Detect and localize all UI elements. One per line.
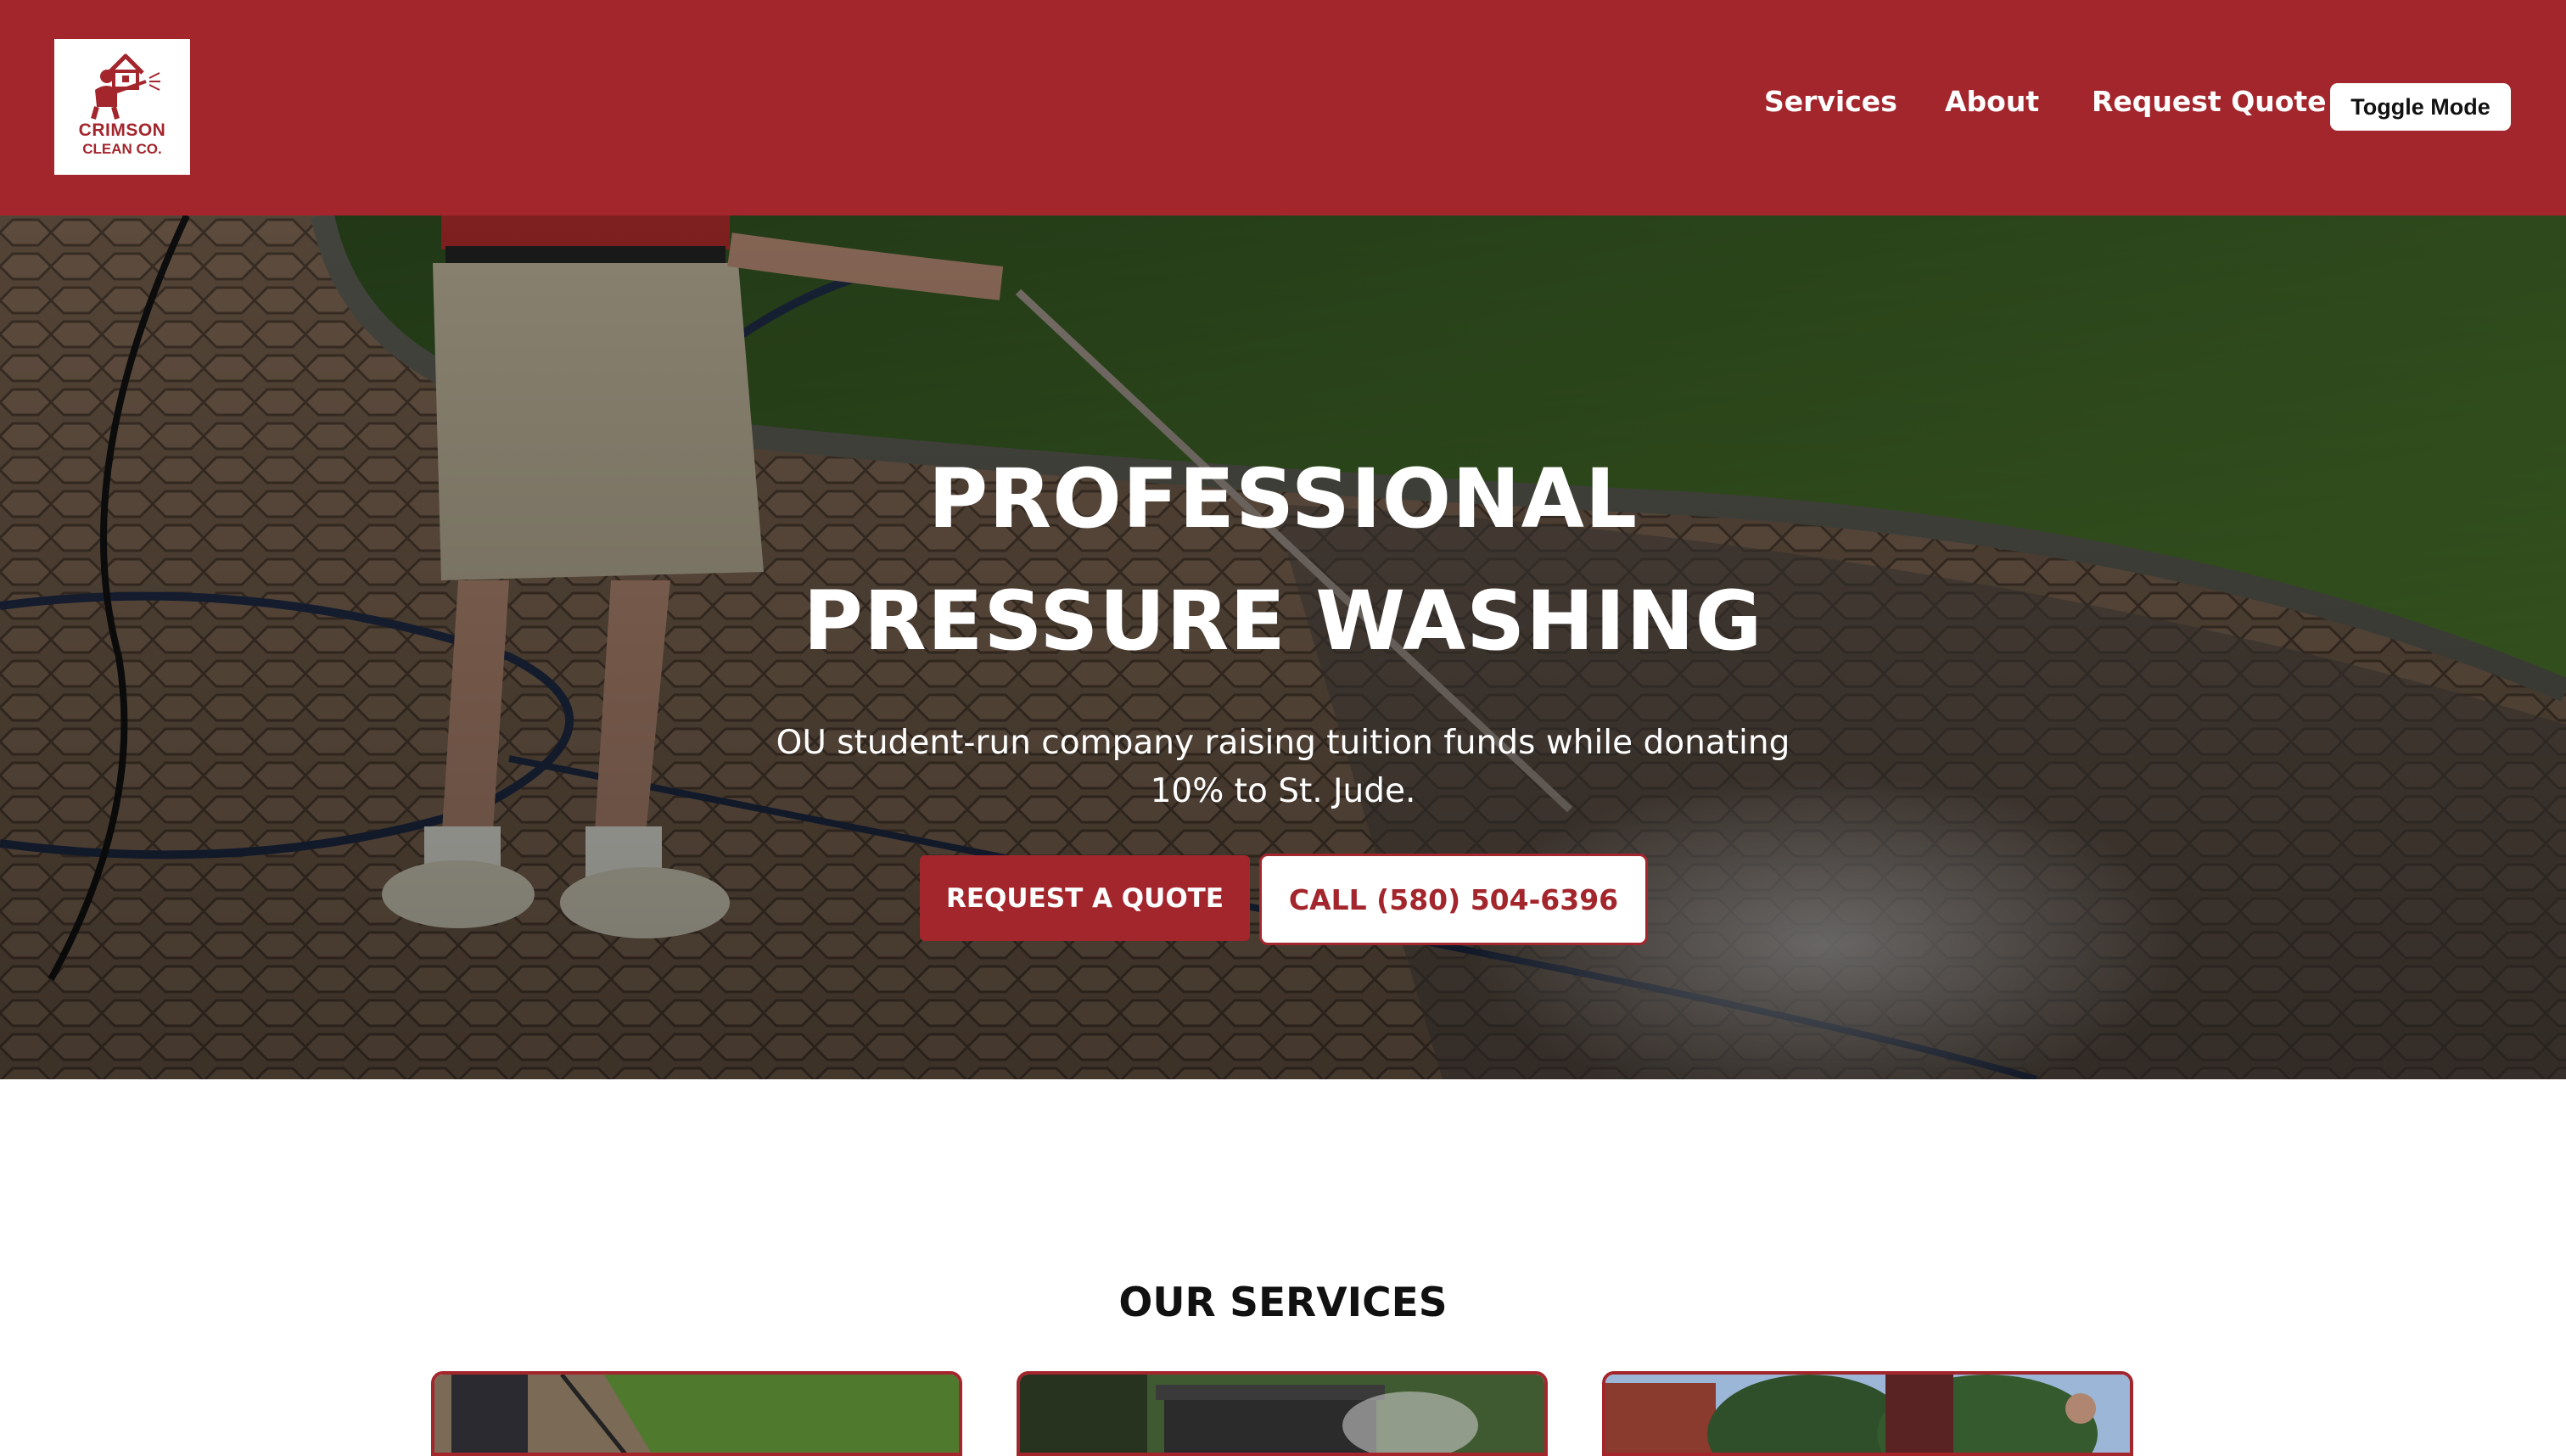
nav-request-quote-link[interactable]: Request Quote xyxy=(2092,85,2327,118)
brand-subname: CLEAN CO. xyxy=(82,141,162,157)
toggle-mode-button[interactable]: Toggle Mode xyxy=(2330,83,2511,131)
house-washing-photo xyxy=(1605,1375,2130,1453)
hero-subtitle-line1: OU student-run company raising tuition f… xyxy=(776,724,1790,762)
brand-name: CRIMSON xyxy=(78,120,166,140)
hero-subtitle-line2: 10% to St. Jude. xyxy=(1150,772,1416,810)
site-header: CRIMSON CLEAN CO. Services About Request… xyxy=(0,0,2566,216)
services-heading: OUR SERVICES xyxy=(1118,1280,1448,1326)
nav-services-link[interactable]: Services xyxy=(1764,85,1897,118)
hero-title-line1: PROFESSIONAL xyxy=(927,451,1639,546)
hero-section: PROFESSIONAL PRESSURE WASHING OU student… xyxy=(0,216,2566,1079)
call-phone-button[interactable]: CALL (580) 504-6396 xyxy=(1259,854,1648,945)
nav-about-link[interactable]: About xyxy=(1945,85,2039,118)
service-card-trash-bin[interactable] xyxy=(1017,1371,1548,1456)
trash-bin-cleaning-photo xyxy=(1020,1375,1544,1453)
hero-title-line2: PRESSURE WASHING xyxy=(803,574,1763,669)
brand-logo[interactable]: CRIMSON CLEAN CO. xyxy=(54,39,190,175)
service-card-house[interactable] xyxy=(1602,1371,2133,1456)
service-card-driveway[interactable] xyxy=(431,1371,962,1456)
driveway-washing-photo xyxy=(434,1375,959,1453)
pressure-washer-worker-house-icon xyxy=(91,53,160,120)
hero-subtitle: OU student-run company raising tuition f… xyxy=(774,719,1792,815)
request-quote-button[interactable]: REQUEST A QUOTE xyxy=(920,855,1250,941)
